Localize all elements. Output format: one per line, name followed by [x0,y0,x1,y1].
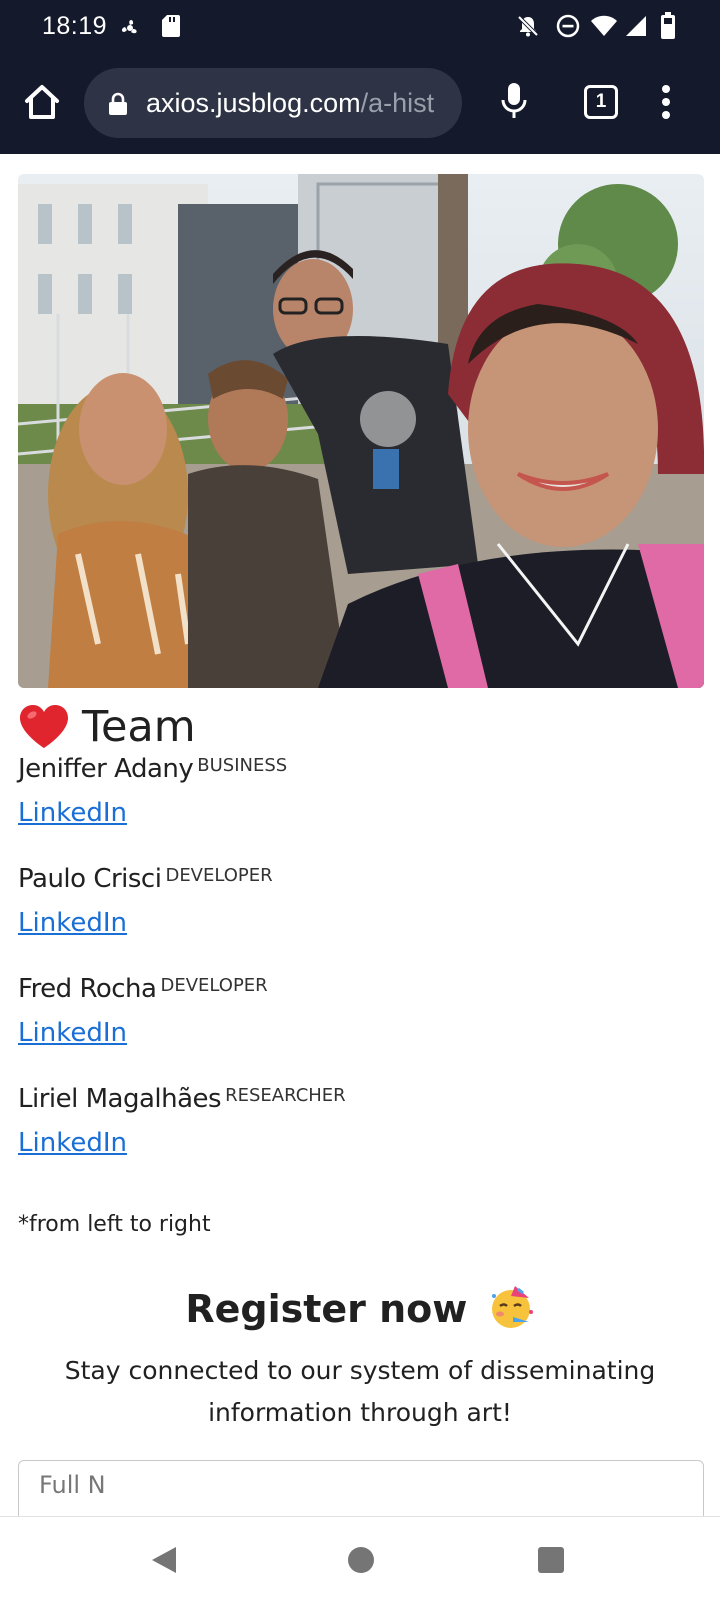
url-bar[interactable]: axios.jusblog.com/a-hist [84,68,462,138]
team-member: Paulo Crisci DEVELOPER LinkedIn [18,864,698,938]
member-role: DEVELOPER [160,974,268,996]
sd-card-icon [162,15,180,37]
url-domain: axios.jusblog.com [146,88,361,118]
linkedin-link[interactable]: LinkedIn [18,798,698,828]
member-name: Jeniffer Adany [18,754,194,784]
status-time: 18:19 [42,12,108,40]
register-subtitle: Stay connected to our system of dissemin… [64,1356,656,1427]
mic-icon[interactable] [500,82,528,122]
register-title-text: Register now [185,1287,468,1331]
page-content[interactable]: Team Jeniffer Adany BUSINESS LinkedIn Pau… [0,154,720,1516]
team-heading: Team [18,692,196,762]
member-role: BUSINESS [197,754,288,776]
full-name-field[interactable]: Full N [18,1460,704,1516]
status-bar: 18:19 [0,0,720,52]
signal-icon [626,16,646,36]
tabs-icon[interactable]: 1 [584,85,618,119]
linkedin-link[interactable]: LinkedIn [18,1128,698,1158]
back-icon[interactable] [150,1545,178,1575]
battery-icon [661,12,675,39]
home-icon[interactable] [22,82,62,122]
team-photo [18,174,704,688]
fan-icon [121,19,137,34]
browser-toolbar: axios.jusblog.com/a-hist 1 [0,52,720,154]
member-name: Paulo Crisci [18,864,162,894]
notifications-off-icon [517,15,539,37]
url-text[interactable]: axios.jusblog.com/a-hist [146,88,434,119]
do-not-disturb-icon [556,14,580,38]
member-role: RESEARCHER [225,1084,346,1106]
member-name: Fred Rocha [18,974,157,1004]
partying-face-icon [491,1286,533,1328]
member-role: DEVELOPER [165,864,273,886]
lock-icon[interactable] [108,92,128,116]
footnote: *from left to right [18,1212,211,1237]
linkedin-link[interactable]: LinkedIn [18,1018,698,1048]
home-circle-icon[interactable] [348,1547,374,1573]
more-vert-icon[interactable] [660,84,672,120]
team-member: Jeniffer Adany BUSINESS LinkedIn [18,754,698,828]
heart-icon [20,705,68,748]
team-member: Fred Rocha DEVELOPER LinkedIn [18,974,698,1048]
register-title: Register now [0,1284,720,1331]
system-nav-bar [0,1516,720,1600]
linkedin-link[interactable]: LinkedIn [18,908,698,938]
team-title: Team [82,702,196,752]
recents-icon[interactable] [538,1547,564,1573]
url-path: /a-hist [360,88,435,118]
member-name: Liriel Magalhães [18,1084,222,1114]
team-member: Liriel Magalhães RESEARCHER LinkedIn [18,1084,698,1158]
wifi-icon [591,15,617,36]
